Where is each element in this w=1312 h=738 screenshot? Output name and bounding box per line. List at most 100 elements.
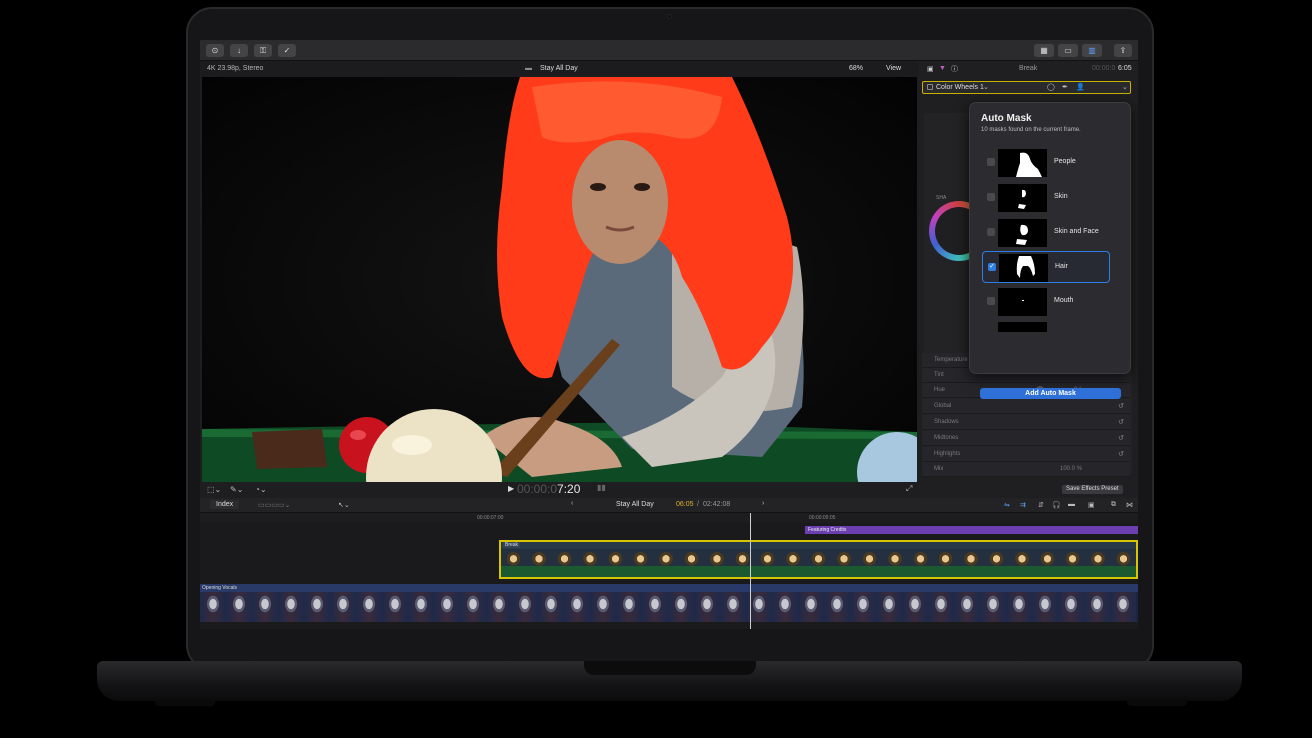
mask-label: Skin [1054,193,1068,200]
browser-layout-icon[interactable]: ▦ [1034,44,1054,57]
audio-clip-filmstrip[interactable] [200,592,1138,622]
key-icon[interactable]: ⚿ [254,44,272,57]
mask-item-skin-and-face[interactable]: Skin and Face [982,217,1110,249]
mask-checkbox[interactable] [987,297,995,305]
camera-icon [667,14,672,19]
mask-checkbox[interactable] [987,193,995,201]
clip-appearance-icon[interactable]: ▭▭▭▭⌄ [258,501,290,509]
mask-item-skin[interactable]: Skin [982,182,1110,214]
reset-icon[interactable]: ↺ [1118,418,1124,426]
audio-clip-label[interactable]: Opening Vocals [200,584,1138,592]
ellipse-mask-icon[interactable]: ◯ [1047,83,1055,91]
chevron-down-icon[interactable]: ⌄ [983,83,989,91]
inspector-layout-icon[interactable]: ▥ [1082,44,1102,57]
person-mask-icon[interactable]: 👤 [1076,83,1085,91]
effect-name: Color Wheels 1 [936,84,984,91]
transform-icon[interactable]: ⬚⌄ [207,485,221,494]
add-auto-mask-button[interactable]: Add Auto Mask [980,388,1121,399]
param-row-shadows[interactable]: Shadows ↺ [922,415,1130,430]
share-icon[interactable]: ⇪ [1114,44,1132,57]
param-label: Midtones [934,435,959,441]
mask-checkbox-checked[interactable]: ✓ [988,263,996,271]
duration-dim: 00:00:0 [1092,65,1116,72]
mask-checkbox[interactable] [987,158,995,166]
download-icon[interactable]: ↓ [230,44,248,57]
param-label: Temperature [934,357,968,363]
index-button[interactable]: Index [210,500,240,509]
duration-bright: 6:05 [1118,65,1132,72]
laptop-foot-right [1127,700,1187,706]
param-row-midtones[interactable]: Midtones ↺ [922,431,1130,446]
check-icon[interactable]: ✓ [278,44,296,57]
audio-skimming-icon[interactable]: ⇋ [1004,501,1010,509]
timeline-project-title: Stay All Day [616,501,654,508]
solo-icon[interactable]: ⇵ [1038,501,1044,509]
reset-icon[interactable]: ↺ [1118,450,1124,458]
timeline[interactable]: 00:00:07:00 00:00:09:05 Featuring Credit… [200,513,1138,629]
color-icon[interactable]: ▼ [939,65,946,72]
effects-browser-icon[interactable]: ▣ [1088,501,1095,509]
play-icon[interactable]: ▶ [508,484,514,493]
popover-title: Auto Mask [981,113,1032,124]
top-toolbar: ⊙ ↓ ⚿ ✓ ▦ ▭ ▥ ⇪ [200,40,1138,61]
info-icon[interactable]: ⓘ [951,64,958,74]
playhead[interactable] [750,513,751,629]
param-row-mix[interactable]: Mix 100.0 % [922,462,1130,477]
video-viewer[interactable] [202,77,917,482]
transitions-browser-icon[interactable]: ⧉ [1111,501,1116,509]
mask-label: Skin and Face [1054,228,1099,235]
hide-icon[interactable]: ⋈ [1126,501,1133,509]
view-menu[interactable]: View [886,65,901,72]
clip-height-icon[interactable]: ▬ [1068,501,1075,508]
save-effects-preset-button[interactable]: Save Effects Preset [1062,485,1123,494]
back-icon[interactable]: ‹ [571,500,573,507]
format-label: 4K 23.98p, Stereo [207,65,264,72]
mask-item-hair[interactable]: ✓ Hair [982,251,1110,283]
reset-icon[interactable]: ↺ [1118,434,1124,442]
effect-selector[interactable]: Color Wheels 1 ⌄ ◯ ✒ 👤 ⌄ [922,81,1131,94]
timecode-bright: 7:20 [557,482,581,496]
param-label: Tint [934,372,944,378]
zoom-menu[interactable]: 68% [849,65,863,72]
reset-icon[interactable]: ↺ [1118,402,1124,410]
film-icon[interactable]: ▣ [927,65,934,73]
mask-label: Hair [1055,263,1068,270]
effect-enable-checkbox[interactable] [927,84,933,90]
video-clip-filmstrip [501,549,1136,577]
param-label: Shadows [934,419,959,425]
popover-subtitle: 10 masks found on the current frame. [981,127,1081,133]
mask-thumbnail-hair [999,254,1048,282]
mask-checkbox[interactable] [987,228,995,236]
video-clip-label: Break [503,542,521,548]
select-tool-icon[interactable]: ↖⌄ [338,501,350,509]
snapping-icon[interactable]: ⇉ [1020,501,1026,509]
headphones-icon[interactable]: 🎧 [1052,501,1061,509]
import-icon[interactable]: ⊙ [206,44,224,57]
param-label: Highlights [934,451,961,457]
timeline-layout-icon[interactable]: ▭ [1058,44,1078,57]
ruler-mark-1: 00:00:07:00 [477,515,504,521]
param-row-global[interactable]: Global ↺ [922,399,1130,414]
viewer-timecode: 00:00:07:20 [517,482,580,496]
param-label: Hue [934,387,946,393]
mix-value[interactable]: 100.0 % [1060,466,1082,472]
effect-menu-chevron-icon[interactable]: ⌄ [1122,83,1128,91]
timeline-ruler[interactable]: 00:00:07:00 00:00:09:05 [200,513,1138,523]
mask-label: People [1054,158,1076,165]
enhance-icon[interactable]: ✎⌄ [230,485,243,494]
mask-item-mouth[interactable]: Mouth [982,286,1110,318]
mask-item-people[interactable]: People [982,147,1110,179]
param-row-highlights[interactable]: Highlights ↺ [922,447,1130,462]
final-cut-window: ⊙ ↓ ⚿ ✓ ▦ ▭ ▥ ⇪ 4K 23.98p, Stereo ▬ Stay… [200,40,1138,629]
mask-thumbnail-people [998,149,1047,177]
mask-thumbnail-skin-and-face [998,219,1047,247]
timecode-dim: 00:00:0 [517,482,558,496]
eyedropper-icon[interactable]: ✒ [1062,83,1068,91]
speed-icon[interactable]: ◔⌄ [255,485,267,494]
title-clip[interactable]: Featuring Credits [805,526,1138,534]
forward-icon[interactable]: › [762,500,764,507]
video-clip-break[interactable]: Break [499,540,1138,579]
timeline-header: Index ▭▭▭▭⌄ ↖⌄ ‹ Stay All Day 06:05 / 02… [200,498,1138,513]
fullscreen-icon[interactable]: ⤢ [906,484,912,494]
shadows-wheel-label: SHA [936,195,947,201]
